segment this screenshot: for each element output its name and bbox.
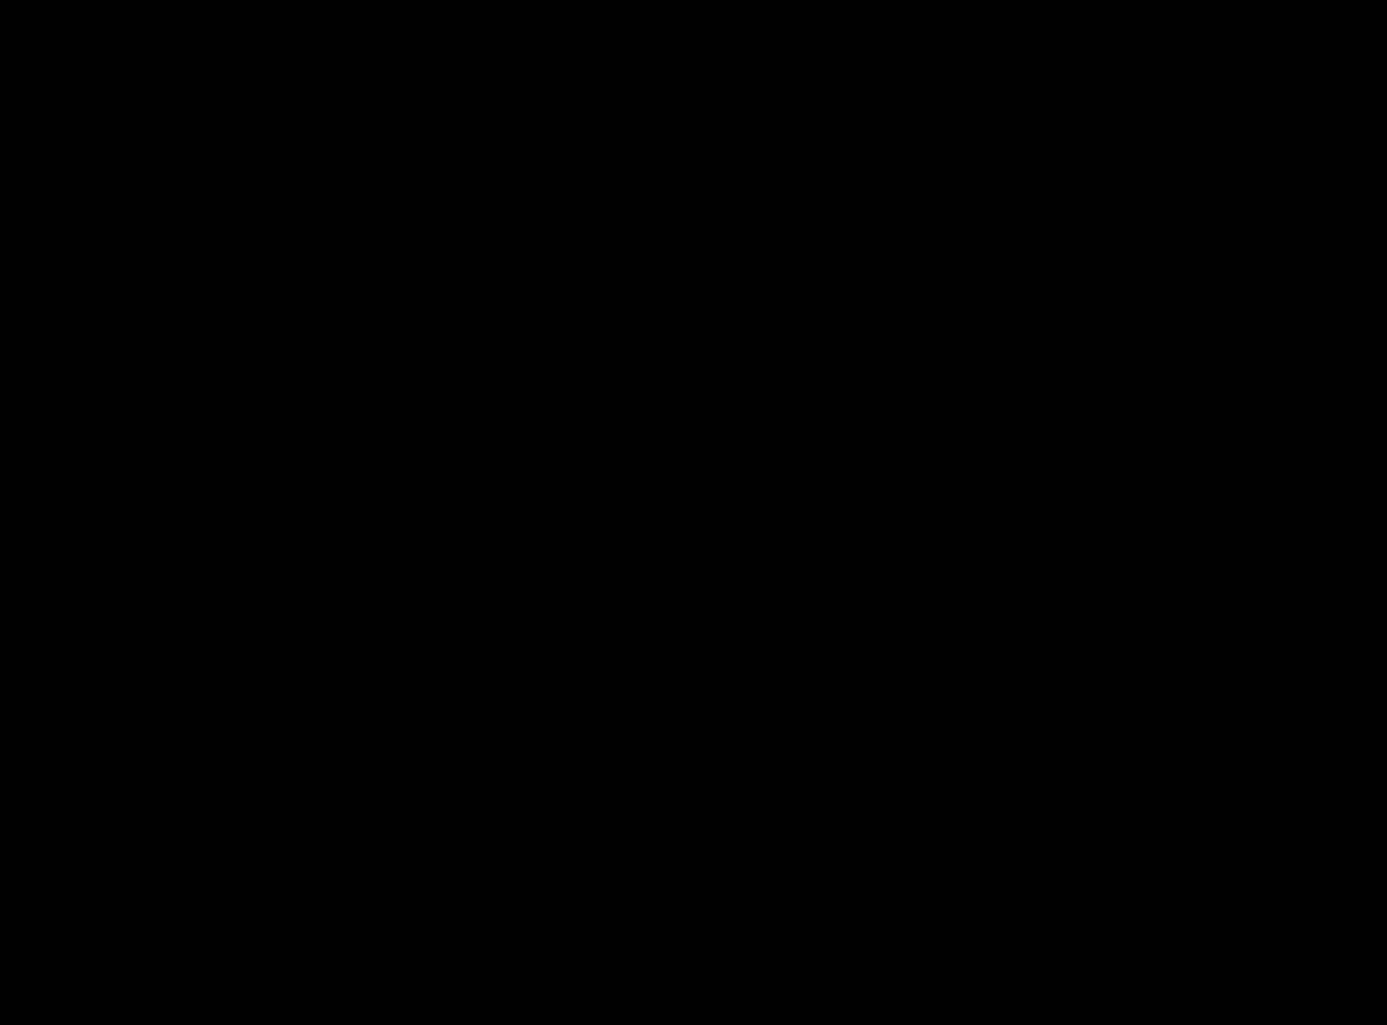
- lady-heather-screen: { "colors":{"w":"#e8e8e8","title":"#00ff…: [0, 0, 1387, 1025]
